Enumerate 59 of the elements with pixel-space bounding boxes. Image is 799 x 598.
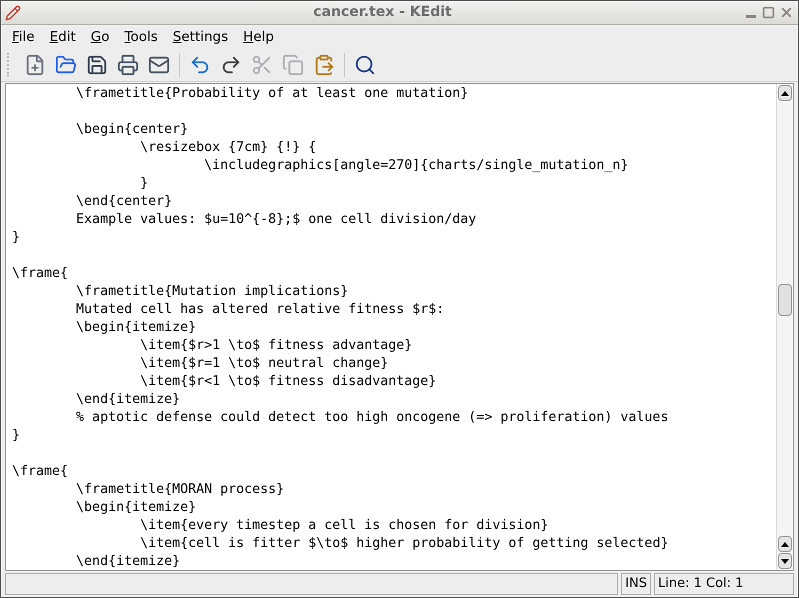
cursor-position: Line: 1 Col: 1 [654,573,794,595]
code-line: \includegraphics[angle=270]{charts/single_mutation_n} [203,157,628,175]
code-line: \frametitle{Probability of at least one mutation} [75,85,468,103]
maximize-button[interactable] [762,5,775,20]
code-line: \frame{ [12,463,68,481]
folder-icon [55,54,77,76]
scroll-up-button[interactable] [778,536,792,552]
scissors-icon [251,54,273,76]
code-line: \item{every timestep a cell is chosen for division} [139,517,548,535]
copy-icon [282,54,304,76]
menu-item[interactable]: Tools [118,26,165,48]
code-line: } [12,427,20,445]
scroll-thumb[interactable] [778,284,792,316]
scroll-down-button[interactable] [778,553,792,569]
minimize-icon [746,15,756,18]
paste-icon [313,54,335,76]
maximize-icon [762,6,775,19]
menu-item[interactable]: Help [236,26,281,48]
code-line: Example values: $u=10^{-8};$ one cell division/day [75,211,476,229]
toolbar-handle-icon [7,53,11,77]
menu-item[interactable]: Edit [42,26,83,48]
code-line: } [139,175,148,193]
code-line: Mutated cell has altered relative fitness $r$: [75,301,444,319]
code-line: \item{$r>1 \to$ fitness advantage} [139,337,412,355]
app-icon [5,4,21,20]
close-button[interactable] [779,5,794,20]
code-line: \item{cell is fitter $\to$ higher probability of getting selected} [139,535,668,553]
search-icon [354,54,376,76]
up-arrow-icon [781,542,789,546]
scroll-up-button[interactable] [778,85,792,101]
code-line: % aptotic defense could detect too high oncogene (=> proliferation) values [75,409,668,427]
code-line: \begin{itemize} [75,319,196,337]
undo-icon [189,54,211,76]
insert-mode-indicator: INS [621,573,651,595]
menu-item[interactable]: File [5,26,42,48]
code-line: \item{$r=1 \to$ neutral change} [139,355,388,373]
menu-item[interactable]: Go [84,26,116,48]
menu-item[interactable]: Settings [166,26,236,48]
down-arrow-icon [781,558,789,564]
code-line: \frame{ [12,265,68,283]
redo-icon [220,54,242,76]
code-line: } [12,229,20,247]
code-line: \begin{center} [75,121,188,139]
code-line: \frametitle{Mutation implications} [75,283,348,301]
window-title: cancer.tex - KEdit [312,3,453,22]
code-line: \begin{itemize} [75,499,196,517]
code-line: \resizebox {7cm} {!} { [139,139,316,157]
code-line: \end{itemize} [75,553,180,570]
code-line: \end{itemize} [75,391,180,409]
close-icon [779,5,794,20]
code-line: \item{$r<1 \to$ fitness disadvantage} [139,373,436,391]
new-file-icon [24,54,46,76]
scrollbar[interactable] [776,84,793,570]
printer-icon [117,54,139,76]
code-line: \frametitle{MORAN process} [75,481,284,499]
printer-button[interactable] [115,52,141,78]
up-arrow-icon [781,90,789,96]
envelope-icon [148,54,170,76]
code-line: \end{center} [75,193,172,211]
